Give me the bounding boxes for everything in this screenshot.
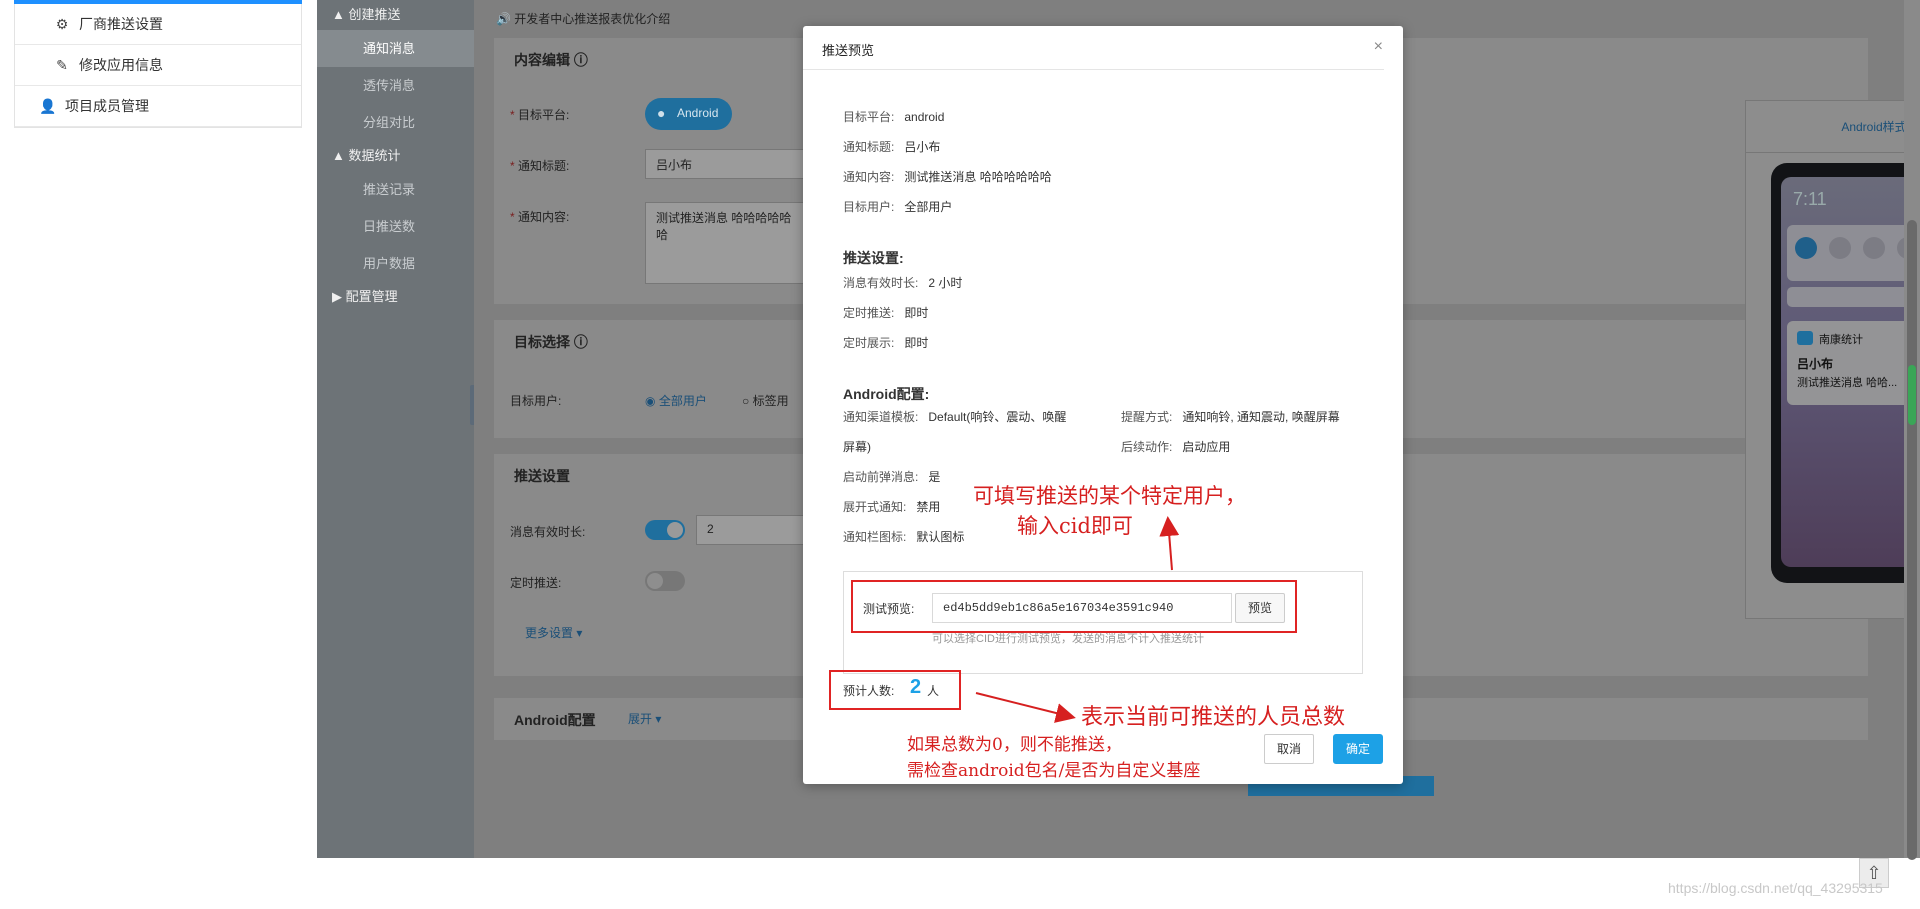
annotation-arrows — [975, 516, 1180, 723]
arrow-to-count — [975, 692, 1076, 723]
arrow-to-cid — [1159, 516, 1180, 571]
watermark: https://blog.csdn.net/qq_43295315 — [1668, 880, 1883, 896]
